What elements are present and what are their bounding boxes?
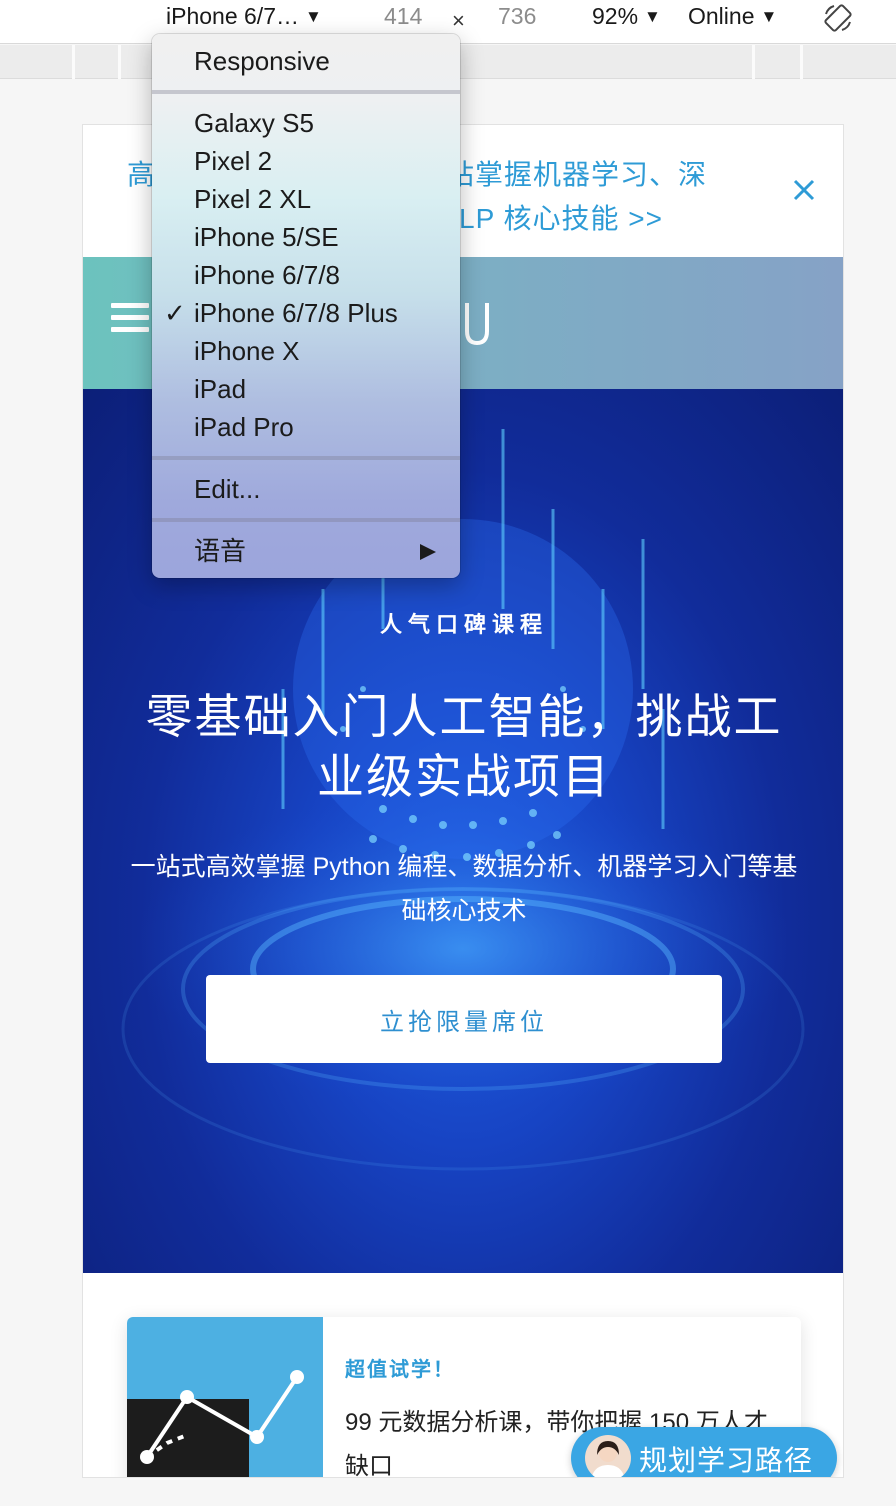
course-card-tag: 超值试学！: [345, 1359, 455, 1381]
device-selector[interactable]: iPhone 6/7… ▼: [166, 3, 322, 30]
hero-kicker: 人气口碑课程: [379, 612, 548, 637]
menu-item-ipad[interactable]: iPad: [152, 370, 460, 408]
close-icon[interactable]: [787, 173, 821, 207]
caret-down-icon: ▼: [760, 7, 778, 26]
menu-item-galaxy-s5[interactable]: Galaxy S5: [152, 104, 460, 142]
menu-item-responsive[interactable]: Responsive: [152, 42, 460, 80]
zoom-label: 92%: [592, 3, 639, 29]
menu-item-pixel-2[interactable]: Pixel 2: [152, 142, 460, 180]
course-card-image: [127, 1317, 323, 1477]
plan-learning-path-button[interactable]: 规划学习路径: [571, 1427, 837, 1477]
hero-title: 零基础入门人工智能，挑战工业级实战项目: [145, 690, 783, 803]
hamburger-menu-icon[interactable]: [111, 303, 149, 333]
throttle-selector[interactable]: Online ▼: [688, 3, 777, 30]
plan-learning-path-label: 规划学习路径: [639, 1445, 814, 1476]
submenu-arrow-icon: [420, 544, 436, 560]
menu-item-pixel-2-xl[interactable]: Pixel 2 XL: [152, 180, 460, 218]
rotate-device-icon[interactable]: [822, 2, 854, 34]
caret-down-icon: ▼: [304, 7, 322, 26]
width-input[interactable]: 414: [384, 3, 422, 30]
avatar: [585, 1435, 631, 1477]
caret-down-icon: ▼: [644, 7, 661, 26]
menu-item-iphone-6-7-8[interactable]: iPhone 6/7/8: [152, 256, 460, 294]
menu-separator: [152, 456, 460, 460]
menu-item-iphone-6-7-8-plus[interactable]: ✓ iPhone 6/7/8 Plus: [152, 294, 460, 332]
device-dropdown-menu: Responsive Galaxy S5 Pixel 2 Pixel 2 XL …: [152, 34, 460, 578]
cta-button[interactable]: 立抢限量席位: [206, 975, 722, 1063]
device-selector-label: iPhone 6/7…: [166, 3, 299, 29]
menu-item-language[interactable]: 语音: [152, 532, 460, 570]
menu-item-iphone-5-se[interactable]: iPhone 5/SE: [152, 218, 460, 256]
menu-separator: [152, 90, 460, 94]
height-input[interactable]: 736: [498, 3, 536, 30]
zoom-selector[interactable]: 92% ▼: [592, 3, 661, 30]
menu-separator: [152, 518, 460, 522]
menu-item-iphone-x[interactable]: iPhone X: [152, 332, 460, 370]
throttle-label: Online: [688, 3, 755, 29]
checkmark-icon: ✓: [164, 298, 186, 328]
chart-illustration-icon: [127, 1370, 304, 1477]
menu-item-edit[interactable]: Edit...: [152, 470, 460, 508]
hero-subtitle: 一站式高效掌握 Python 编程、数据分析、机器学习入门等基础核心技术: [130, 853, 798, 925]
dimension-separator: ×: [452, 8, 465, 33]
promo-line-2: LP 核心技能 >>: [459, 203, 664, 234]
menu-item-ipad-pro[interactable]: iPad Pro: [152, 408, 460, 446]
menu-item-label: 语音: [194, 536, 247, 566]
menu-item-label: iPhone 6/7/8 Plus: [194, 298, 398, 328]
